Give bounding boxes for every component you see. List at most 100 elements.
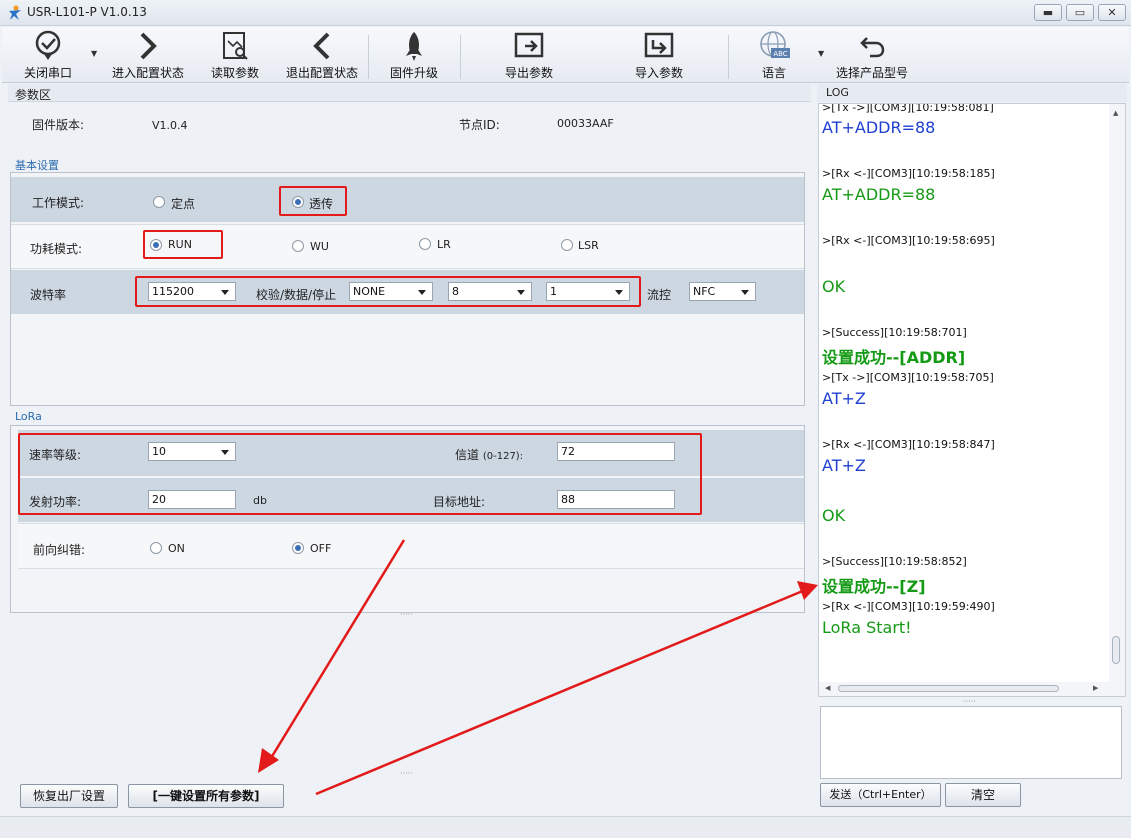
- baud-rate-label: 波特率: [30, 288, 67, 302]
- chevron-down-icon: [418, 290, 426, 295]
- log-output[interactable]: >[Tx ->][COM3][10:19:58:081] AT+ADDR=88 …: [818, 103, 1126, 697]
- title-bar: USR-L101-P V1.0.13 ▬ ▭ ✕: [0, 0, 1131, 26]
- log-entry: >[Success][10:19:58:852]: [822, 555, 967, 568]
- set-all-params-button[interactable]: [一键设置所有参数]: [128, 784, 284, 808]
- app-logo-icon: [9, 5, 21, 20]
- log-entry: >[Tx ->][COM3][10:19:58:081]: [822, 103, 994, 114]
- params-section-title: 参数区: [15, 88, 52, 102]
- scrollbar-thumb[interactable]: [1112, 636, 1120, 664]
- language-label: 语言: [761, 66, 786, 80]
- send-input[interactable]: [820, 706, 1122, 779]
- flow-control-select[interactable]: NFC: [689, 282, 756, 301]
- target-address-input[interactable]: 88: [557, 490, 675, 509]
- stop-bits-select[interactable]: 1: [546, 282, 630, 301]
- toolbar-separator: [368, 35, 369, 79]
- log-entry: 设置成功--[Z]: [822, 577, 926, 596]
- language-dropdown-icon[interactable]: ▼: [818, 49, 824, 58]
- log-entry: OK: [822, 277, 846, 296]
- clear-button[interactable]: 清空: [945, 783, 1021, 807]
- log-entry: AT+ADDR=88: [822, 118, 936, 137]
- export-icon: [514, 32, 544, 58]
- fec-off-radio[interactable]: [292, 542, 304, 554]
- close-window-button[interactable]: ✕: [1098, 4, 1126, 21]
- scroll-right-icon[interactable]: ▶: [1093, 684, 1098, 692]
- channel-input[interactable]: 72: [557, 442, 675, 461]
- power-mode-wu-radio[interactable]: [292, 240, 304, 252]
- select-model-button[interactable]: 选择产品型号: [832, 27, 912, 83]
- log-entry: AT+Z: [822, 389, 866, 408]
- work-mode-fixed-label: 定点: [171, 197, 196, 211]
- send-button[interactable]: 发送（Ctrl+Enter）: [820, 783, 941, 807]
- power-mode-lr-radio[interactable]: [419, 238, 431, 250]
- language-button[interactable]: ABC 语言: [748, 27, 800, 83]
- log-vertical-scrollbar[interactable]: ▲: [1109, 104, 1125, 682]
- lora-settings-title: LoRa: [15, 410, 42, 423]
- power-mode-lsr-label: LSR: [578, 239, 599, 252]
- scrollbar-thumb[interactable]: [838, 685, 1059, 692]
- status-bar: [0, 816, 1131, 838]
- power-mode-lsr-radio[interactable]: [561, 239, 573, 251]
- read-params-button[interactable]: 读取参数: [202, 27, 268, 83]
- log-entry: >[Tx ->][COM3][10:19:58:705]: [822, 371, 994, 384]
- params-section-header: 参数区: [8, 84, 811, 102]
- splitter-grip[interactable]: ·····: [400, 769, 413, 778]
- globe-icon: ABC: [760, 31, 790, 58]
- log-entry: LoRa Start!: [822, 618, 912, 637]
- rocket-icon: [406, 32, 422, 61]
- log-entry: AT+ADDR=88: [822, 185, 936, 204]
- power-mode-lr-label: LR: [437, 238, 451, 251]
- close-port-dropdown-icon[interactable]: ▼: [91, 49, 97, 58]
- log-entry: >[Success][10:19:58:701]: [822, 326, 967, 339]
- import-params-button[interactable]: 导入参数: [626, 27, 692, 83]
- work-mode-fixed-radio[interactable]: [153, 196, 165, 208]
- work-mode-transparent-radio[interactable]: [292, 196, 304, 208]
- chevron-down-icon: [615, 290, 623, 295]
- check-circle-icon: [35, 30, 61, 60]
- baud-rate-value: 115200: [152, 285, 194, 298]
- power-mode-run-radio[interactable]: [150, 239, 162, 251]
- flow-control-value: NFC: [693, 285, 716, 298]
- splitter-grip[interactable]: ·····: [963, 697, 976, 706]
- log-horizontal-scrollbar[interactable]: ◀ ▶: [819, 682, 1125, 696]
- parity-select[interactable]: NONE: [349, 282, 433, 301]
- exit-config-button[interactable]: 退出配置状态: [282, 27, 362, 83]
- select-model-label: 选择产品型号: [835, 66, 908, 80]
- chevron-down-icon: [221, 290, 229, 295]
- baud-rate-select[interactable]: 115200: [148, 282, 236, 301]
- arrow-head: [258, 748, 279, 773]
- enter-config-label: 进入配置状态: [111, 66, 184, 80]
- toolbar: 关闭串口 ▼ 进入配置状态 读取参数 退出配置状态 固件升级 导出参数 导入参数…: [2, 27, 1129, 83]
- minimize-button[interactable]: ▬: [1034, 4, 1062, 21]
- lora-fec-row: [18, 523, 804, 569]
- toolbar-separator: [460, 35, 461, 79]
- firmware-upgrade-button[interactable]: 固件升级: [382, 27, 446, 83]
- close-port-label: 关闭串口: [23, 66, 72, 80]
- firmware-version-label: 固件版本:: [32, 118, 85, 132]
- power-mode-label: 功耗模式:: [30, 242, 83, 256]
- import-params-label: 导入参数: [634, 66, 683, 80]
- fec-on-radio[interactable]: [150, 542, 162, 554]
- close-port-button[interactable]: 关闭串口: [10, 27, 86, 83]
- firmware-version-value: V1.0.4: [152, 119, 188, 132]
- log-header: LOG: [817, 84, 1127, 102]
- rate-level-select[interactable]: 10: [148, 442, 236, 461]
- document-search-icon: [223, 32, 248, 60]
- chevron-down-icon: [741, 290, 749, 295]
- fec-on-label: ON: [168, 542, 185, 555]
- data-bits-select[interactable]: 8: [448, 282, 532, 301]
- power-mode-run-label: RUN: [168, 238, 192, 251]
- scroll-left-icon[interactable]: ◀: [825, 684, 830, 692]
- chevron-down-icon: [517, 290, 525, 295]
- parity-value: NONE: [353, 285, 386, 298]
- enter-config-button[interactable]: 进入配置状态: [108, 27, 188, 83]
- scroll-up-icon[interactable]: ▲: [1113, 109, 1118, 117]
- tx-power-input[interactable]: 20: [148, 490, 236, 509]
- chevron-left-icon: [313, 32, 330, 60]
- work-mode-transparent-label: 透传: [309, 197, 334, 211]
- maximize-button[interactable]: ▭: [1066, 4, 1094, 21]
- tx-power-label: 发射功率:: [29, 495, 82, 509]
- splitter-grip[interactable]: ·····: [400, 610, 413, 619]
- export-params-button[interactable]: 导出参数: [496, 27, 562, 83]
- power-mode-wu-label: WU: [310, 240, 329, 253]
- restore-factory-button[interactable]: 恢复出厂设置: [20, 784, 118, 808]
